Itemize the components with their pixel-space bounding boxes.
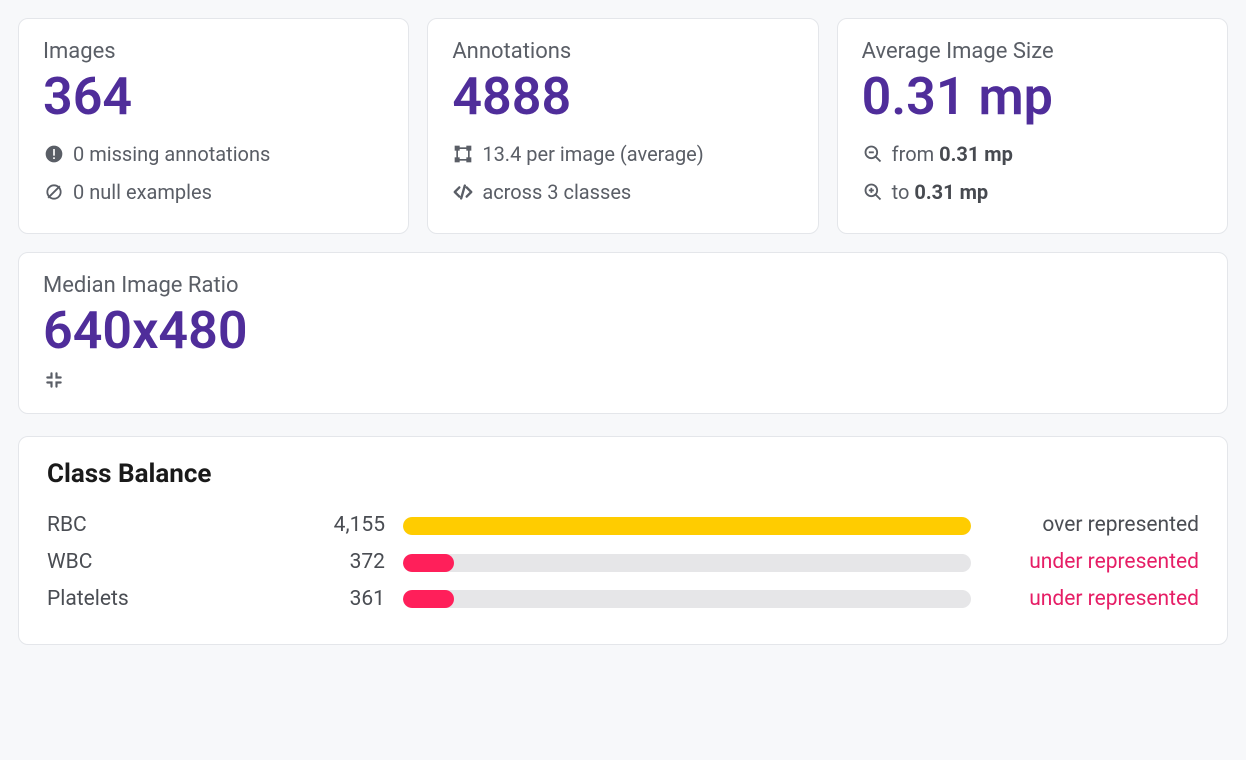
images-value: 364 bbox=[43, 68, 384, 125]
null-set-icon bbox=[43, 181, 65, 203]
class-count: 372 bbox=[305, 544, 385, 581]
median-ratio-icon-row bbox=[43, 369, 1203, 391]
zoom-out-icon bbox=[862, 143, 884, 165]
images-title: Images bbox=[43, 39, 384, 64]
class-count: 361 bbox=[305, 581, 385, 618]
class-bar bbox=[403, 517, 971, 535]
annotations-perimage-row: 13.4 per image (average) bbox=[452, 135, 793, 173]
annotations-classes-text: across 3 classes bbox=[482, 173, 631, 211]
class-bar-fill bbox=[403, 590, 454, 608]
avg-size-title: Average Image Size bbox=[862, 39, 1203, 64]
avg-size-from-row: from 0.31 mp bbox=[862, 135, 1203, 173]
avg-size-value: 0.31 mp bbox=[862, 68, 1203, 125]
code-icon bbox=[452, 181, 474, 203]
stats-top-row: Images 364 0 missing annotations 0 null … bbox=[18, 18, 1228, 234]
class-name: RBC bbox=[47, 507, 287, 544]
class-balance-rows: RBC 4,155 over represented WBC 372 under repr… bbox=[47, 507, 1199, 617]
class-bar bbox=[403, 590, 971, 608]
class-status: under represented bbox=[989, 544, 1199, 581]
class-status: under represented bbox=[989, 581, 1199, 618]
class-bar-fill bbox=[403, 517, 971, 535]
images-null-text: 0 null examples bbox=[73, 173, 212, 211]
class-bar-fill bbox=[403, 554, 454, 572]
class-balance-row: RBC 4,155 over represented bbox=[47, 507, 1199, 544]
avg-size-card: Average Image Size 0.31 mp from 0.31 mp … bbox=[837, 18, 1228, 234]
class-count: 4,155 bbox=[305, 507, 385, 544]
class-name: WBC bbox=[47, 544, 287, 581]
class-balance-row: WBC 372 under represented bbox=[47, 544, 1199, 581]
class-balance-card: Class Balance RBC4,155over representedWB… bbox=[18, 436, 1228, 644]
annotations-value: 4888 bbox=[452, 68, 793, 125]
median-ratio-title: Median Image Ratio bbox=[43, 273, 1203, 298]
zoom-in-icon bbox=[862, 181, 884, 203]
alert-circle-icon bbox=[43, 143, 65, 165]
minimize-icon bbox=[43, 369, 65, 391]
images-null-row: 0 null examples bbox=[43, 173, 384, 211]
class-bar bbox=[403, 554, 971, 572]
images-missing-text: 0 missing annotations bbox=[73, 135, 270, 173]
images-missing-row: 0 missing annotations bbox=[43, 135, 384, 173]
median-ratio-value: 640x480 bbox=[43, 302, 1203, 359]
class-balance-row: Platelets 361 under represented bbox=[47, 581, 1199, 618]
avg-size-to-text: to 0.31 mp bbox=[892, 173, 989, 211]
annotations-perimage-text: 13.4 per image (average) bbox=[482, 135, 703, 173]
class-name: Platelets bbox=[47, 581, 287, 618]
class-balance-title: Class Balance bbox=[47, 459, 1199, 489]
bounding-box-icon bbox=[452, 143, 474, 165]
annotations-card: Annotations 4888 13.4 per image (average… bbox=[427, 18, 818, 234]
median-ratio-card: Median Image Ratio 640x480 bbox=[18, 252, 1228, 414]
avg-size-from-text: from 0.31 mp bbox=[892, 135, 1013, 173]
annotations-classes-row: across 3 classes bbox=[452, 173, 793, 211]
avg-size-to-row: to 0.31 mp bbox=[862, 173, 1203, 211]
class-status: over represented bbox=[989, 507, 1199, 544]
annotations-title: Annotations bbox=[452, 39, 793, 64]
images-card: Images 364 0 missing annotations 0 null … bbox=[18, 18, 409, 234]
